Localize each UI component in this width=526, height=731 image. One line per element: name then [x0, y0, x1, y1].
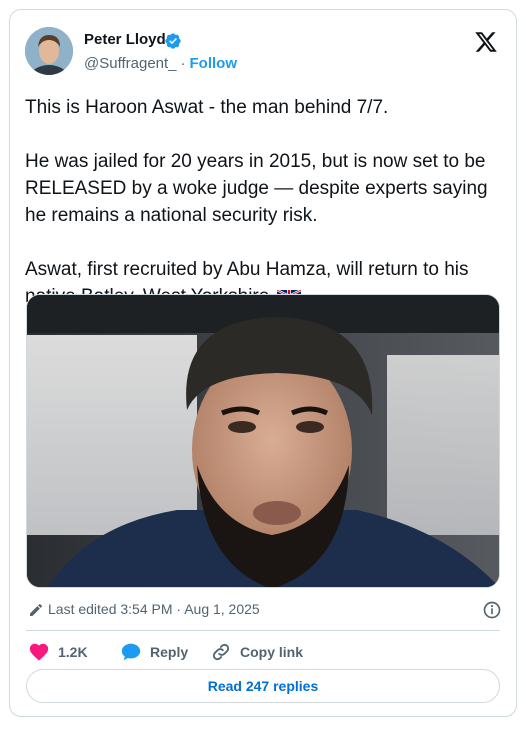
- edited-timestamp[interactable]: Last edited 3:54 PM · Aug 1, 2025: [48, 601, 260, 617]
- avatar[interactable]: [25, 27, 73, 75]
- separator-dot: ·: [180, 55, 186, 72]
- author-handle[interactable]: @Suffragent_: [84, 55, 177, 72]
- follow-link[interactable]: Follow: [190, 55, 238, 72]
- divider: [26, 630, 500, 631]
- handle-line: @Suffragent_ · Follow: [84, 55, 237, 72]
- tweet-card: Peter Lloyd @Suffragent_ · Follow This is …: [9, 9, 517, 717]
- x-logo-icon[interactable]: [474, 30, 498, 54]
- link-icon: [212, 643, 230, 661]
- reply-button[interactable]: Reply: [120, 640, 210, 664]
- author-name[interactable]: Peter Lloyd: [84, 31, 166, 48]
- tweet-paragraph-2: He was jailed for 20 years in 2015, but …: [25, 151, 488, 226]
- verified-badge-icon: [165, 33, 181, 49]
- tweet-text: This is Haroon Aswat - the man behind 7/…: [25, 94, 503, 310]
- like-button[interactable]: 1.2K: [28, 640, 108, 664]
- copy-link-button[interactable]: Copy link: [210, 640, 320, 664]
- tweet-photo[interactable]: [26, 294, 500, 588]
- tweet-paragraph-1: This is Haroon Aswat - the man behind 7/…: [25, 97, 389, 118]
- info-icon[interactable]: [482, 600, 502, 620]
- copy-link-label: Copy link: [240, 644, 304, 660]
- pencil-icon: [30, 603, 43, 616]
- edited-row: Last edited 3:54 PM · Aug 1, 2025: [28, 600, 502, 620]
- heart-icon: [29, 643, 49, 661]
- reply-label: Reply: [150, 644, 189, 660]
- like-count: 1.2K: [58, 644, 88, 660]
- read-replies-button[interactable]: Read 247 replies: [26, 669, 500, 703]
- reply-bubble-icon: [121, 643, 141, 661]
